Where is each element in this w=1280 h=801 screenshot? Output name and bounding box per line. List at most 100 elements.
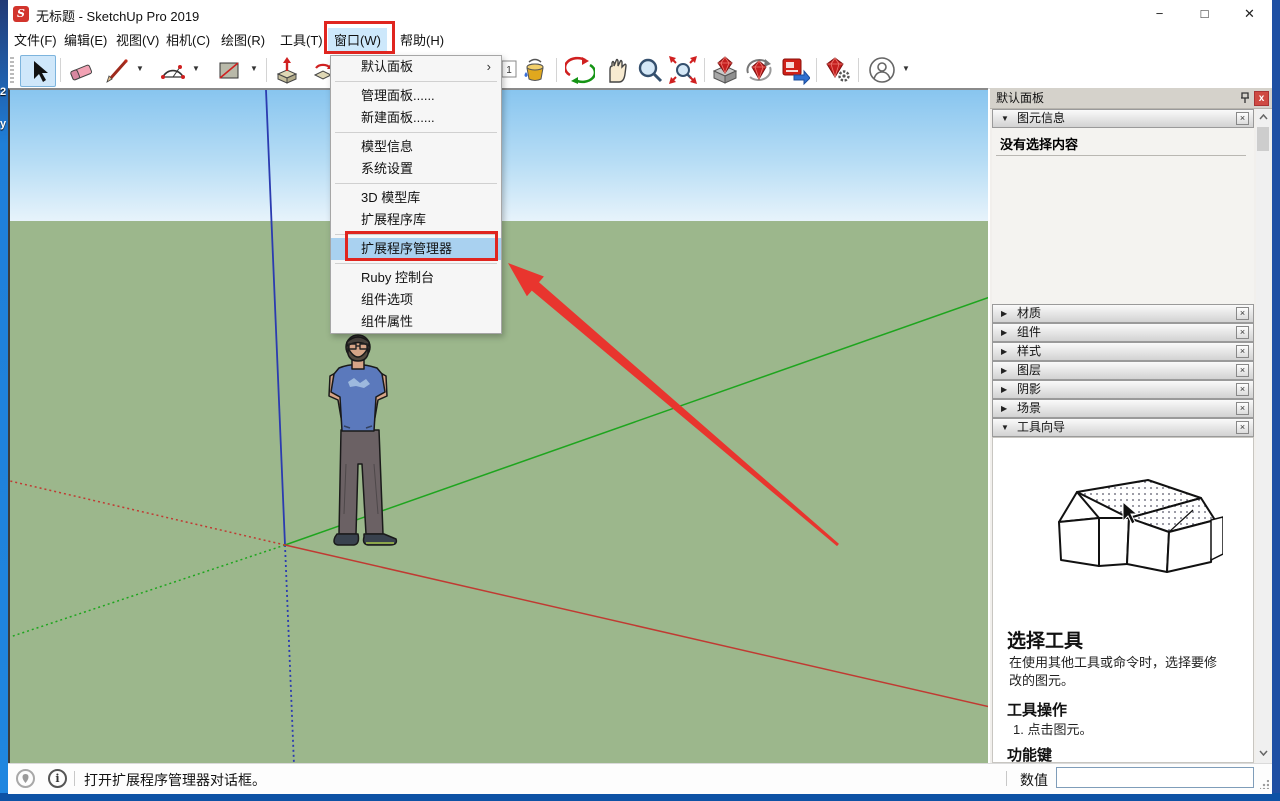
instructor-operation-heading: 工具操作 (1007, 699, 1067, 720)
toolbar-grip[interactable] (10, 57, 14, 83)
section-styles[interactable]: ▶ 样式 × (992, 342, 1254, 361)
arc-tool-button[interactable] (158, 55, 188, 85)
share-model-icon (744, 55, 774, 85)
window-menu-popup: 默认面板 › 管理面板...... 新建面板...... 模型信息 系统设置 3… (330, 55, 502, 334)
arc-dropdown-arrow[interactable]: ▼ (192, 64, 200, 73)
menu-view[interactable]: 视图(V) (110, 28, 165, 53)
instructor-description: 在使用其他工具或命令时，选择要修改的图元。 (1009, 654, 1227, 690)
title-bar: S 无标题 - SketchUp Pro 2019 − □ ✕ (8, 0, 1272, 28)
menu-item-component-attributes[interactable]: 组件属性 (331, 311, 501, 333)
menu-item-ruby-console[interactable]: Ruby 控制台 (331, 267, 501, 289)
scrollbar-thumb[interactable] (1257, 127, 1269, 151)
svg-text:1: 1 (506, 65, 512, 76)
menu-item-model-info[interactable]: 模型信息 (331, 136, 501, 158)
window-controls: − □ ✕ (1137, 0, 1272, 28)
entity-info-body: 没有选择内容 (992, 128, 1254, 304)
menu-file[interactable]: 文件(F) (8, 28, 63, 53)
menu-draw[interactable]: 绘图(R) (215, 28, 271, 53)
submenu-arrow-icon: › (487, 56, 491, 78)
share-model-button[interactable] (744, 55, 774, 85)
auto-hide-pin-icon[interactable] (1238, 91, 1252, 105)
section-shadows[interactable]: ▶ 阴影 × (992, 380, 1254, 399)
section-entity-info[interactable]: ▼ 图元信息 × (992, 109, 1254, 128)
menu-item-3d-warehouse[interactable]: 3D 模型库 (331, 187, 501, 209)
menu-item-preferences[interactable]: 系统设置 (331, 158, 501, 180)
tray-title: 默认面板 (990, 88, 1272, 109)
line-tool-button[interactable] (102, 55, 132, 85)
instructor-operation-step: 1. 点击图元。 (1013, 719, 1092, 738)
section-close-button[interactable]: × (1236, 383, 1249, 396)
dimension-tool-button[interactable]: 1 (500, 55, 518, 85)
minimize-button[interactable]: − (1137, 0, 1182, 28)
annotation-box-window-menu (324, 21, 395, 54)
scroll-down-arrow[interactable] (1256, 745, 1270, 761)
menu-item-default-tray[interactable]: 默认面板 › (331, 56, 501, 78)
tray-close-button[interactable]: x (1254, 91, 1269, 106)
menu-help[interactable]: 帮助(H) (394, 28, 450, 53)
eraser-icon (67, 56, 95, 84)
eraser-tool-button[interactable] (66, 55, 96, 85)
paint-bucket-icon (521, 56, 549, 84)
scale-figure-person (310, 334, 402, 548)
account-button[interactable] (866, 55, 898, 85)
menu-camera[interactable]: 相机(C) (160, 28, 216, 53)
menu-item-component-options[interactable]: 组件选项 (331, 289, 501, 311)
3d-warehouse-button[interactable] (710, 55, 740, 85)
menu-edit[interactable]: 编辑(E) (58, 28, 113, 53)
scroll-up-arrow[interactable] (1256, 109, 1270, 125)
maximize-button[interactable]: □ (1182, 0, 1227, 28)
push-pull-tool-button[interactable] (272, 55, 302, 85)
zoom-tool-button[interactable] (635, 55, 665, 85)
measurements-input[interactable] (1056, 767, 1254, 788)
dimension-icon: 1 (501, 57, 517, 83)
pan-hand-icon (601, 56, 629, 84)
menu-item-new-tray[interactable]: 新建面板...... (331, 107, 501, 129)
push-pull-icon (273, 56, 301, 84)
section-components[interactable]: ▶ 组件 × (992, 323, 1254, 342)
pan-tool-button[interactable] (600, 55, 630, 85)
section-layers[interactable]: ▶ 图层 × (992, 361, 1254, 380)
expander-icon[interactable]: ▼ (1001, 110, 1009, 127)
status-bar: i 打开扩展程序管理器对话框。 数值 (8, 763, 1272, 794)
section-close-button[interactable]: × (1236, 307, 1249, 320)
instructor-title: 选择工具 (1007, 626, 1083, 653)
geolocation-icon[interactable] (16, 769, 35, 788)
section-scenes[interactable]: ▶ 场景 × (992, 399, 1254, 418)
menu-tools[interactable]: 工具(T) (274, 28, 329, 53)
section-close-button[interactable]: × (1236, 421, 1249, 434)
menu-bar: 文件(F) 编辑(E) 视图(V) 相机(C) 绘图(R) 工具(T) 窗口(W… (8, 28, 1272, 54)
zoom-icon (636, 56, 664, 84)
rectangle-dropdown-arrow[interactable]: ▼ (250, 64, 258, 73)
select-tool-button[interactable] (20, 55, 56, 87)
orbit-tool-button[interactable] (565, 55, 595, 85)
section-close-button[interactable]: × (1236, 345, 1249, 358)
section-instructor[interactable]: ▼ 工具向导 × (992, 418, 1254, 437)
extension-warehouse-button[interactable] (822, 55, 852, 85)
panel-scrollbar[interactable] (1256, 109, 1270, 763)
desktop-bottom-strip (0, 793, 1280, 801)
section-close-button[interactable]: × (1236, 326, 1249, 339)
desktop-icon-label-fragment: y (0, 118, 6, 130)
sketchup-window: S 无标题 - SketchUp Pro 2019 − □ ✕ 文件(F) 编辑… (8, 0, 1272, 793)
annotation-box-extension-manager (345, 231, 498, 261)
desktop-left-strip: 2 y (0, 0, 8, 801)
line-dropdown-arrow[interactable]: ▼ (136, 64, 144, 73)
section-materials[interactable]: ▶ 材质 × (992, 304, 1254, 323)
account-dropdown-arrow[interactable]: ▼ (902, 64, 910, 73)
menu-item-manage-trays[interactable]: 管理面板...... (331, 85, 501, 107)
rectangle-tool-button[interactable] (214, 55, 244, 85)
send-to-layout-button[interactable] (780, 55, 810, 85)
menu-item-extension-warehouse[interactable]: 扩展程序库 (331, 209, 501, 231)
window-title: 无标题 - SketchUp Pro 2019 (36, 6, 199, 25)
credits-info-icon[interactable]: i (48, 769, 67, 788)
close-button[interactable]: ✕ (1227, 0, 1272, 28)
section-close-button[interactable]: × (1236, 112, 1249, 125)
pencil-icon (103, 56, 131, 84)
section-close-button[interactable]: × (1236, 364, 1249, 377)
3d-warehouse-icon (710, 55, 740, 85)
zoom-extents-tool-button[interactable] (668, 55, 698, 85)
resize-grip[interactable] (1260, 780, 1269, 789)
instructor-house-illustration (1053, 474, 1223, 589)
paint-bucket-tool-button[interactable] (520, 55, 550, 85)
section-close-button[interactable]: × (1236, 402, 1249, 415)
